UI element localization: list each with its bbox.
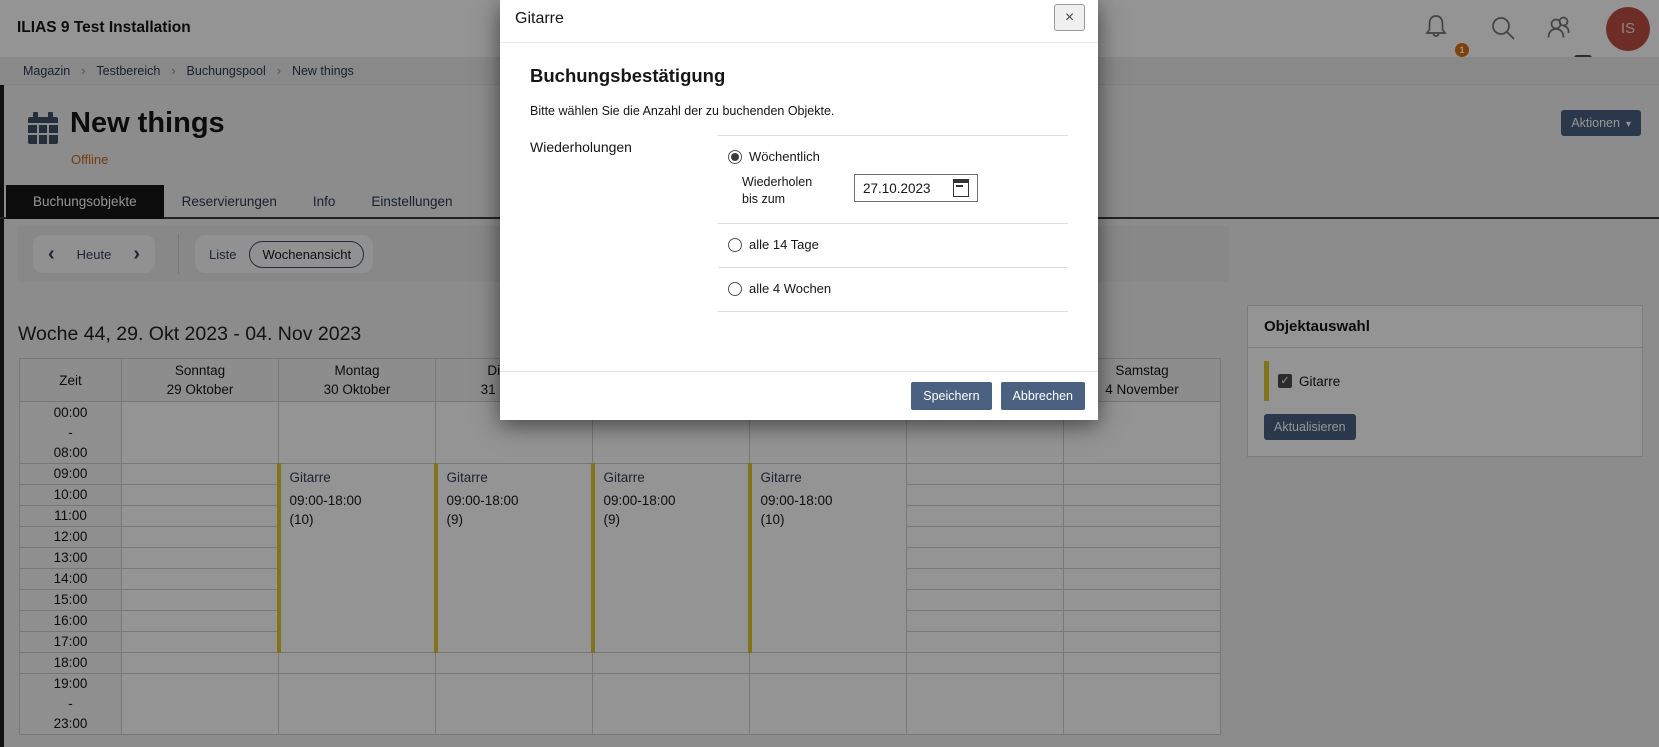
radio-label: alle 14 Tage	[749, 237, 819, 252]
radio-option: alle 4 Wochen	[718, 268, 1068, 312]
repetition-options: Wöchentlich Wiederholenbis zum alle 14 Tag…	[718, 135, 1068, 312]
radio-option: alle 14 Tage	[718, 224, 1068, 268]
repetitions-form-row: Wiederholungen Wöchentlich Wiederholenbis…	[530, 135, 1068, 312]
modal-body: Buchungsbestätigung Bitte wählen Sie die…	[500, 43, 1098, 312]
radio-button[interactable]	[728, 150, 742, 164]
radio-row: alle 4 Wochen	[728, 281, 1068, 296]
booking-modal: Gitarre × Buchungsbestätigung Bitte wähl…	[500, 0, 1098, 420]
close-button[interactable]: ×	[1054, 4, 1085, 31]
repetitions-label: Wiederholungen	[530, 135, 718, 312]
repeat-until-row: Wiederholenbis zum	[728, 174, 1068, 208]
cancel-button[interactable]: Abbrechen	[1001, 382, 1085, 410]
radio-button[interactable]	[728, 238, 742, 252]
radio-button[interactable]	[728, 282, 742, 296]
repeat-until-date-input[interactable]	[863, 181, 953, 196]
radio-option: Wöchentlich Wiederholenbis zum	[718, 136, 1068, 224]
radio-label: Wöchentlich	[749, 149, 820, 164]
confirmation-description: Bitte wählen Sie die Anzahl der zu buche…	[530, 104, 1068, 118]
confirmation-heading: Buchungsbestätigung	[530, 65, 1068, 87]
calendar-picker-icon[interactable]	[953, 179, 969, 197]
repeat-until-label: Wiederholenbis zum	[742, 174, 854, 208]
ilias-booking-page: ILIAS 9 Test Installation 1 IS Magazin›T…	[0, 0, 1659, 747]
radio-label: alle 4 Wochen	[749, 281, 831, 296]
date-input-box	[854, 174, 978, 202]
radio-row: alle 14 Tage	[728, 237, 1068, 252]
save-button[interactable]: Speichern	[911, 382, 991, 410]
modal-header: Gitarre ×	[500, 0, 1098, 43]
modal-footer: Speichern Abbrechen	[500, 371, 1098, 420]
modal-title: Gitarre	[515, 10, 564, 28]
radio-row: Wöchentlich	[728, 149, 1068, 164]
repeat-until-label-line: Wiederholen	[742, 174, 854, 191]
repeat-until-label-line: bis zum	[742, 191, 854, 208]
